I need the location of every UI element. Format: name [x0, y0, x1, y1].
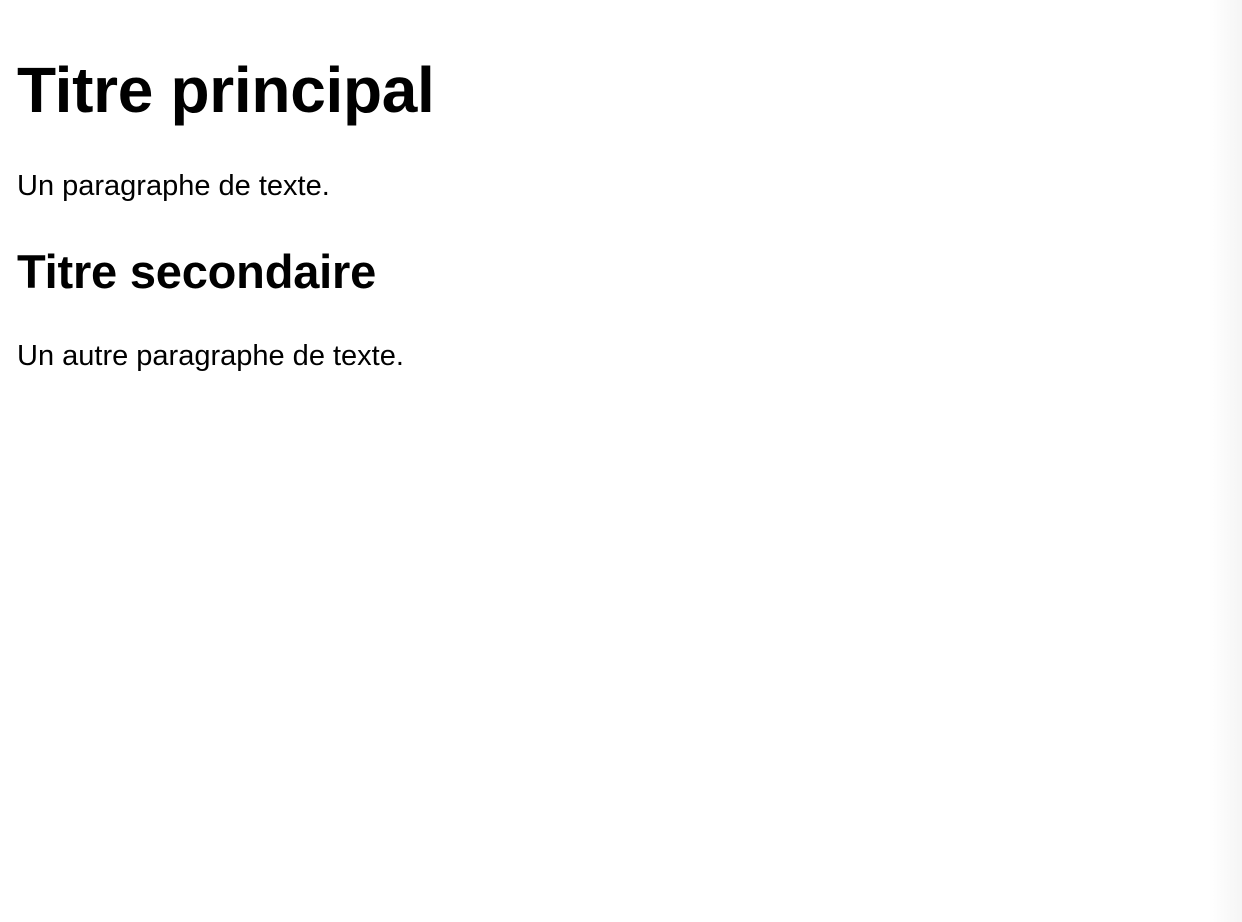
- secondary-heading: Titre secondaire: [17, 245, 377, 298]
- first-paragraph: Un paragraphe de texte.: [17, 170, 330, 202]
- second-paragraph: Un autre paragraphe de texte.: [17, 340, 404, 372]
- main-heading: Titre principal: [17, 54, 435, 126]
- document-page: Titre principal Un paragraphe de texte. …: [0, 0, 1242, 922]
- window-edge-shadow: [1208, 0, 1242, 922]
